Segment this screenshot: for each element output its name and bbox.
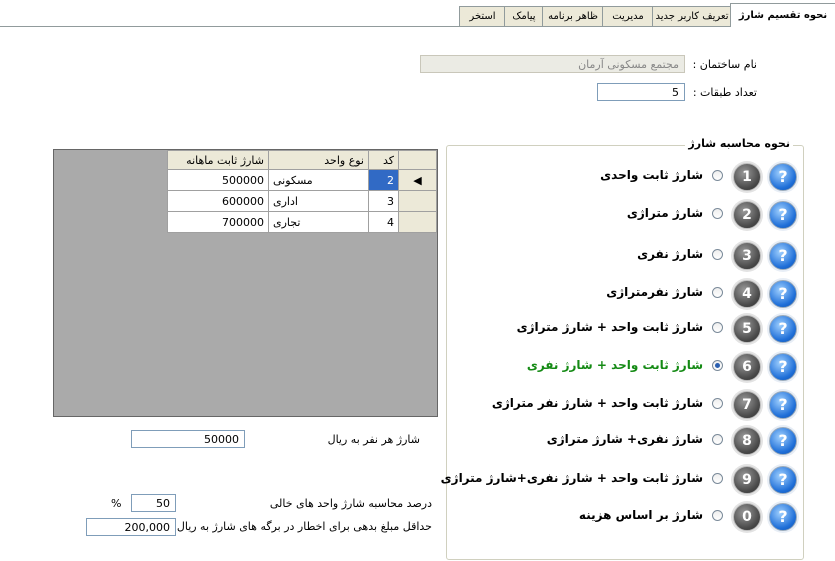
cell-type[interactable]: اداری [268, 190, 369, 212]
charge-option-label[interactable]: شارژ ثابت واحد + شارژ متراژی [517, 320, 703, 334]
charge-option-4[interactable]: ? 4 شارژ نفرمتراژی [447, 279, 803, 308]
floors-label: تعداد طبقات : [692, 86, 757, 99]
charge-option-label[interactable]: شارژ نفری+ شارژ متراژی [547, 432, 703, 446]
number-badge-icon: 0 [733, 503, 761, 531]
charge-option-radio[interactable] [712, 287, 723, 298]
column-header-type[interactable]: نوع واحد [268, 150, 369, 170]
charge-option-radio[interactable] [712, 249, 723, 260]
help-icon[interactable]: ? [769, 315, 797, 343]
charge-method-group: نحوه محاسبه شارژ ? 1 شارژ ثابت واحدی ? 2… [441, 137, 804, 560]
row-header-corner [398, 150, 437, 170]
tab-sms[interactable]: پیامک [504, 6, 544, 26]
cell-type[interactable]: تجاری [268, 211, 369, 233]
charge-option-label[interactable]: شارژ ثابت واحد + شارژ نفری+شارژ متراژی [441, 471, 703, 485]
help-icon[interactable]: ? [769, 427, 797, 455]
number-badge-icon: 1 [733, 163, 761, 191]
cell-charge[interactable]: 700000 [167, 211, 269, 233]
charge-option-radio[interactable] [712, 360, 723, 371]
column-header-code[interactable]: کد [368, 150, 399, 170]
charge-option-0[interactable]: ? 0 شارژ بر اساس هزینه [447, 502, 803, 531]
cell-code[interactable]: 2 [368, 169, 399, 191]
cell-charge[interactable]: 600000 [167, 190, 269, 212]
cell-charge[interactable]: 500000 [167, 169, 269, 191]
charge-option-radio[interactable] [712, 322, 723, 333]
row-header[interactable] [398, 190, 437, 212]
charge-option-radio[interactable] [712, 398, 723, 409]
tab-strip-line [0, 26, 835, 27]
floors-field[interactable]: 5 [597, 83, 685, 101]
building-name-field[interactable]: مجتمع مسکونی آرمان [420, 55, 685, 73]
charge-method-title: نحوه محاسبه شارژ [685, 137, 793, 150]
number-badge-icon: 6 [733, 353, 761, 381]
number-badge-icon: 9 [733, 466, 761, 494]
tab-charge-division[interactable]: نحوه تقسیم شارژ [730, 3, 835, 27]
charge-option-6[interactable]: ? 6 شارژ ثابت واحد + شارژ نفری [447, 352, 803, 381]
number-badge-icon: 5 [733, 315, 761, 343]
charge-option-label[interactable]: شارژ ثابت واحد + شارژ نفر متراژی [492, 396, 703, 410]
help-icon[interactable]: ? [769, 242, 797, 270]
tab-pool[interactable]: استخر [459, 6, 506, 26]
table-header-row: کد نوع واحد شارژ ثابت ماهانه [167, 150, 437, 170]
number-badge-icon: 2 [733, 201, 761, 229]
charge-option-label[interactable]: شارژ نفرمتراژی [606, 285, 703, 299]
help-icon[interactable]: ? [769, 353, 797, 381]
help-icon[interactable]: ? [769, 503, 797, 531]
charge-option-label[interactable]: شارژ ثابت واحد + شارژ نفری [527, 358, 703, 372]
charge-option-radio[interactable] [712, 208, 723, 219]
cell-type[interactable]: مسکونی [268, 169, 369, 191]
charge-option-2[interactable]: ? 2 شارژ متراژی [447, 200, 803, 229]
cell-code[interactable]: 3 [368, 190, 399, 212]
tab-new-user[interactable]: تعریف کاربر جدید [652, 6, 732, 26]
charge-option-radio[interactable] [712, 170, 723, 181]
help-icon[interactable]: ? [769, 466, 797, 494]
per-person-charge-label: شارژ هر نفر به ریال [327, 433, 420, 446]
charge-option-1[interactable]: ? 1 شارژ ثابت واحدی [447, 162, 803, 191]
column-header-charge[interactable]: شارژ ثابت ماهانه [167, 150, 269, 170]
building-name-label: نام ساختمان : [692, 58, 757, 71]
charge-option-label[interactable]: شارژ ثابت واحدی [600, 168, 703, 182]
unit-types-table: کد نوع واحد شارژ ثابت ماهانه ◀ 2 مسکونی … [167, 150, 437, 233]
per-person-charge-field[interactable]: 50000 [131, 430, 245, 448]
table-row[interactable]: 4 تجاری 700000 [167, 211, 437, 233]
min-debt-field[interactable]: 200,000 [86, 518, 176, 536]
charge-option-7[interactable]: ? 7 شارژ ثابت واحد + شارژ نفر متراژی [447, 390, 803, 419]
unit-types-grid[interactable]: کد نوع واحد شارژ ثابت ماهانه ◀ 2 مسکونی … [53, 149, 438, 417]
charge-option-label[interactable]: شارژ نفری [637, 247, 703, 261]
charge-option-9[interactable]: ? 9 شارژ ثابت واحد + شارژ نفری+شارژ مترا… [441, 465, 803, 494]
help-icon[interactable]: ? [769, 280, 797, 308]
number-badge-icon: 4 [733, 280, 761, 308]
charge-option-label[interactable]: شارژ بر اساس هزینه [579, 508, 703, 522]
number-badge-icon: 8 [733, 427, 761, 455]
cell-code[interactable]: 4 [368, 211, 399, 233]
tab-appearance[interactable]: ظاهر برنامه [542, 6, 604, 26]
help-icon[interactable]: ? [769, 201, 797, 229]
charge-option-8[interactable]: ? 8 شارژ نفری+ شارژ متراژی [447, 426, 803, 455]
row-header[interactable] [398, 211, 437, 233]
charge-option-3[interactable]: ? 3 شارژ نفری [447, 241, 803, 270]
table-row[interactable]: 3 اداری 600000 [167, 190, 437, 212]
help-icon[interactable]: ? [769, 391, 797, 419]
charge-option-radio[interactable] [712, 434, 723, 445]
charge-option-label[interactable]: شارژ متراژی [627, 206, 703, 220]
vacant-percent-field[interactable]: 50 [131, 494, 176, 512]
charge-option-5[interactable]: ? 5 شارژ ثابت واحد + شارژ متراژی [447, 314, 803, 343]
help-icon[interactable]: ? [769, 163, 797, 191]
charge-option-radio[interactable] [712, 510, 723, 521]
number-badge-icon: 7 [733, 391, 761, 419]
tab-management[interactable]: مدیریت [602, 6, 654, 26]
percent-unit-label: % [111, 497, 122, 510]
number-badge-icon: 3 [733, 242, 761, 270]
min-debt-label: حداقل مبلغ بدهی برای اخطار در برگه های ش… [176, 520, 432, 533]
charge-option-radio[interactable] [712, 473, 723, 484]
table-row[interactable]: ◀ 2 مسکونی 500000 [167, 169, 437, 191]
current-row-indicator-icon[interactable]: ◀ [398, 169, 437, 191]
vacant-percent-label: درصد محاسبه شارژ واحد های خالی [269, 497, 432, 510]
